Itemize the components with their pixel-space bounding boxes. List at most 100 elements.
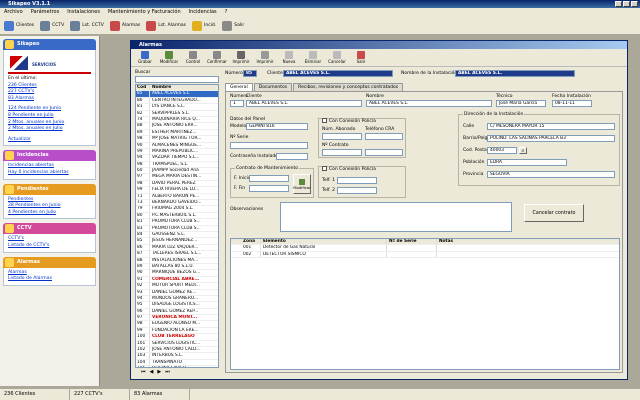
pending-june-link[interactable]: 124 Pendiente en Junio bbox=[8, 106, 91, 113]
serie-field[interactable] bbox=[230, 142, 308, 149]
menu-mantenimiento[interactable]: Mantenimiento y Facturación bbox=[108, 8, 181, 17]
cancelar-contrato-button[interactable]: Cancelar contrato bbox=[524, 204, 584, 222]
camera-icon bbox=[5, 224, 14, 234]
instalacion-field[interactable]: ABEL ACEVES S.L. bbox=[455, 70, 575, 77]
toolbar-incid-button[interactable]: Incid. bbox=[192, 19, 216, 32]
imprimir-2-button[interactable]: Imprimir bbox=[255, 51, 275, 64]
toolbar-lst-alarmas-button[interactable]: Lst. Alarmas bbox=[146, 19, 186, 32]
zone-row[interactable]: 002 DETECTOR SISMICO bbox=[231, 251, 619, 259]
observaciones-textarea[interactable] bbox=[280, 202, 512, 232]
toolbar-cctv-button[interactable]: CCTV bbox=[40, 19, 64, 32]
cp-lookup-button[interactable]: ⌕ bbox=[519, 147, 527, 154]
imprimir-button[interactable]: Imprimir bbox=[231, 51, 251, 64]
modelo-select[interactable]: GEMINI 816 bbox=[246, 123, 308, 130]
menu-help[interactable]: ? bbox=[225, 8, 228, 17]
pendientes-july-link[interactable]: 4 Pendientes en Julio bbox=[8, 210, 91, 217]
nueva-button[interactable]: Nueva bbox=[279, 51, 299, 64]
next-record-icon[interactable]: ▶ bbox=[157, 369, 161, 377]
confirmar-button[interactable]: Confirmar bbox=[207, 51, 227, 64]
cancelar-button[interactable]: Cancelar bbox=[327, 51, 347, 64]
zones-grid: Zona Elemento Nº de Serie Notas 001 Dete… bbox=[230, 238, 620, 370]
alarmas-list-link[interactable]: Listado de Alarmas bbox=[8, 276, 91, 283]
app-title: Sikapeo V3.1.1 bbox=[8, 1, 51, 7]
pendientes-june-link[interactable]: 28 Pendientes en Junio bbox=[8, 203, 91, 210]
maximize-button[interactable] bbox=[623, 1, 630, 7]
search-area: Buscar bbox=[135, 69, 219, 83]
tab-bar: General Documentos Recibos, revisiones y… bbox=[225, 83, 404, 91]
cp-field[interactable]: 40003 bbox=[487, 147, 517, 154]
provincia-select[interactable]: SEGOVIA bbox=[487, 171, 615, 178]
status-bar: 236 Clientes 227 CCTV's 83 Alarmas bbox=[0, 388, 640, 400]
first-record-icon[interactable]: ⏮ bbox=[141, 369, 146, 377]
cctv-header[interactable]: CCTV bbox=[3, 223, 96, 235]
conexion-checkbox[interactable] bbox=[322, 118, 327, 123]
toolbar-alarmas-button[interactable]: Alarmas bbox=[109, 19, 140, 32]
fecha-field[interactable]: 08-11-11 bbox=[552, 100, 592, 107]
telf2-field[interactable] bbox=[337, 187, 377, 194]
contrato-extra-field[interactable] bbox=[365, 149, 403, 156]
pendientes-header[interactable]: Pendientes bbox=[3, 183, 96, 195]
barrio-field[interactable]: POLIND. LAS SALINAS PARCELA B3 bbox=[487, 135, 615, 142]
minimize-button[interactable] bbox=[615, 1, 622, 7]
cctv-list-link[interactable]: Listado de CCTV's bbox=[8, 243, 91, 250]
menu-incidencias[interactable]: Incidencias bbox=[189, 8, 217, 17]
window-toolbar: Grabar Modificar Control Confirmar Impri… bbox=[131, 49, 627, 67]
cliente-field[interactable]: ABEL ACEVES S.L. bbox=[283, 70, 393, 77]
alarm-list: Cod Nombre 85 ABEL ACEVES S.L. 86 CENTRO IN… bbox=[135, 84, 219, 368]
menu-archivo[interactable]: Archivo bbox=[4, 8, 23, 17]
wrench-icon bbox=[192, 20, 203, 31]
menu-instalaciones[interactable]: Instalaciones bbox=[67, 8, 100, 17]
fin-field[interactable] bbox=[249, 185, 289, 192]
last-record-icon[interactable]: ⏭ bbox=[165, 369, 170, 377]
prev-record-icon[interactable]: ◀ bbox=[150, 369, 154, 377]
main-toolbar: Clientes CCTV Lst. CCTV Alarmas Lst. Ala… bbox=[0, 17, 640, 35]
sidebar-header[interactable]: Sikapeo bbox=[3, 39, 96, 50]
summary-cctv-link[interactable]: 227 CCTV's bbox=[8, 89, 91, 96]
calle-field[interactable]: C/ MESONERA MAYOR 15 bbox=[487, 123, 615, 130]
toolbar-lst-cctv-button[interactable]: Lst. CCTV bbox=[70, 19, 104, 32]
incidencias-open-link[interactable]: Incidencias abiertas bbox=[8, 163, 91, 170]
search-label: Buscar bbox=[135, 70, 151, 75]
search-icon: ⌕ bbox=[521, 148, 525, 154]
salir-button[interactable]: Salir bbox=[351, 51, 371, 64]
pending-july-link[interactable]: 8 Pendiente en Julio bbox=[8, 113, 91, 120]
update-link[interactable]: Actualizar bbox=[8, 137, 91, 144]
contrato-field[interactable] bbox=[322, 149, 362, 156]
modificar-mant-button[interactable]: Modificar bbox=[293, 174, 311, 194]
cancel-icon bbox=[333, 51, 341, 59]
conexion2-checkbox[interactable] bbox=[322, 166, 327, 171]
row-numero-field[interactable]: 1 bbox=[230, 100, 244, 107]
incidencias-count-link[interactable]: Hay 0 incidencias abiertas bbox=[8, 170, 91, 177]
telefono-cra-field[interactable] bbox=[365, 133, 403, 140]
row-nombre-field[interactable]: ABEL ACEVES S.L. bbox=[366, 100, 492, 107]
poblacion-field[interactable]: EDRA bbox=[487, 159, 567, 166]
abonado-field[interactable] bbox=[322, 133, 362, 140]
modificar-button[interactable]: Modificar bbox=[159, 51, 179, 64]
home-icon bbox=[5, 40, 14, 49]
tab-documentos[interactable]: Documentos bbox=[253, 83, 293, 91]
inicio-field[interactable] bbox=[249, 175, 289, 182]
menu-parametros[interactable]: Parámetros bbox=[31, 8, 60, 17]
tab-general[interactable]: General bbox=[225, 83, 253, 91]
alarmas-header[interactable]: Alarmas bbox=[3, 256, 96, 268]
alarmas-window: Alarmas Grabar Modificar Control Confirm… bbox=[130, 40, 628, 380]
numero-field[interactable]: 85 bbox=[243, 70, 257, 77]
list-item[interactable]: 105OFICINA SIKPEO bbox=[136, 366, 218, 367]
tab-recibos[interactable]: Recibos, revisiones y conceptos contrata… bbox=[293, 83, 404, 91]
close-button[interactable] bbox=[631, 1, 638, 7]
control-button[interactable]: Control bbox=[183, 51, 203, 64]
toolbar-salir-button[interactable]: Salir bbox=[222, 19, 244, 32]
search-input[interactable] bbox=[135, 76, 219, 83]
toolbar-clientes-button[interactable]: Clientes bbox=[4, 19, 34, 32]
telf1-field[interactable] bbox=[337, 177, 377, 184]
incidencias-header[interactable]: Incidencias bbox=[3, 150, 96, 162]
annual-july-link[interactable]: 2 Mtos. anuales en Julio bbox=[8, 126, 91, 133]
row-cliente-field[interactable]: ABEL ACEVES S.L. bbox=[246, 100, 362, 107]
cctv-link[interactable]: CCTV's bbox=[8, 236, 91, 243]
grabar-button[interactable]: Grabar bbox=[135, 51, 155, 64]
summary-alarmas-link[interactable]: 83 Alarmas bbox=[8, 96, 91, 103]
sidebar: Sikapeo SERVICIOS En el último: 236 Clie… bbox=[0, 36, 100, 386]
eliminar-button[interactable]: Eliminar bbox=[303, 51, 323, 64]
contrasena-field[interactable] bbox=[276, 153, 308, 160]
tecnico-select[interactable]: José María García bbox=[496, 100, 546, 107]
